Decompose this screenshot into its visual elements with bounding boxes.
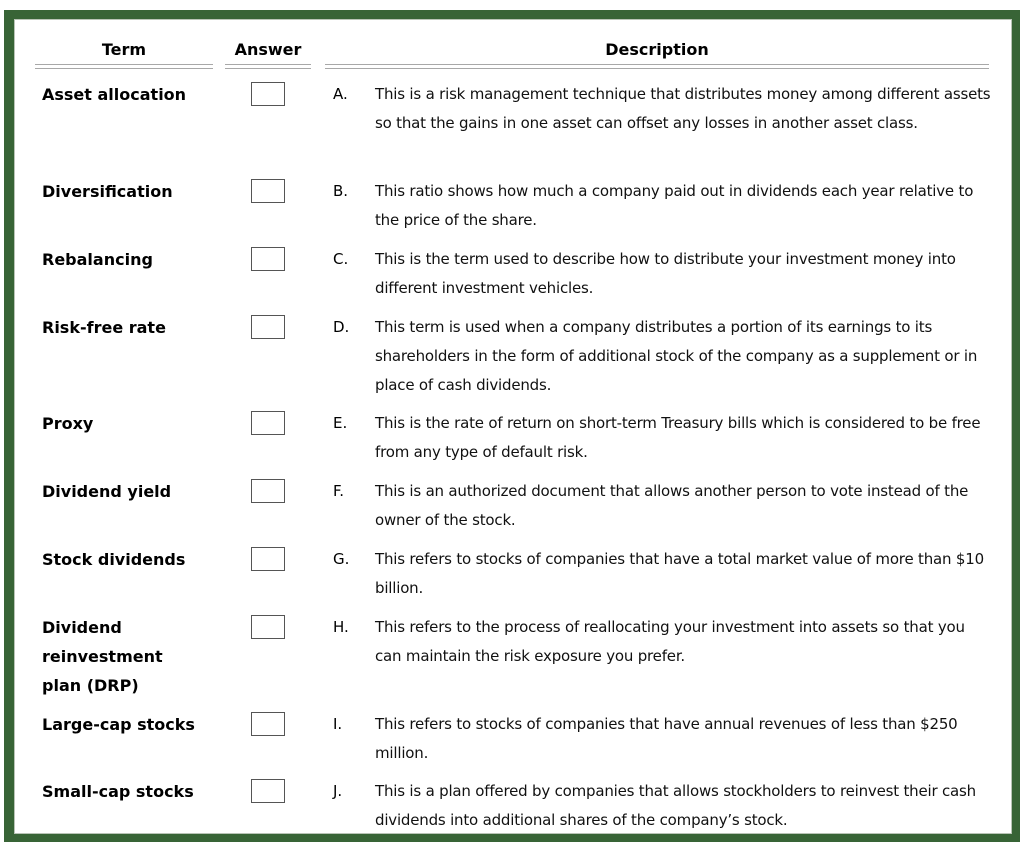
option-description: This is the term used to describe how to… xyxy=(375,250,956,297)
header-answer: Answer xyxy=(234,40,302,59)
answer-input[interactable] xyxy=(251,315,285,339)
option-description: This refers to stocks of companies that … xyxy=(375,715,958,762)
option-description: This refers to the process of reallocati… xyxy=(375,618,965,665)
header-description: Description xyxy=(605,40,709,59)
option-description: This is a plan offered by companies that… xyxy=(375,782,976,829)
option-description: This is a risk management technique that… xyxy=(375,85,991,132)
option-description: This is an authorized document that allo… xyxy=(375,482,969,529)
option-letter: J. xyxy=(333,782,343,800)
answer-input[interactable] xyxy=(251,712,285,736)
option-letter: B. xyxy=(333,182,349,200)
term-label: Diversification xyxy=(42,182,173,201)
answer-input[interactable] xyxy=(251,247,285,271)
answer-input[interactable] xyxy=(251,82,285,106)
answer-input[interactable] xyxy=(251,615,285,639)
answer-input[interactable] xyxy=(251,179,285,203)
header-rule-description xyxy=(325,64,989,69)
option-letter: C. xyxy=(333,250,349,268)
term-label: Risk-free rate xyxy=(42,318,166,337)
term-label: Proxy xyxy=(42,414,94,433)
term-label: Asset allocation xyxy=(42,85,187,104)
answer-input[interactable] xyxy=(251,779,285,803)
option-description: This term is used when a company distrib… xyxy=(375,318,978,394)
term-label: Dividend yield xyxy=(42,482,172,501)
answer-input[interactable] xyxy=(251,547,285,571)
answer-input[interactable] xyxy=(251,411,285,435)
header-term: Term xyxy=(101,40,147,59)
term-label: Dividend reinvestment plan (DRP) xyxy=(42,618,163,695)
term-label: Small-cap stocks xyxy=(42,782,194,801)
term-label: Stock dividends xyxy=(42,550,186,569)
answer-input[interactable] xyxy=(251,479,285,503)
matching-table: Term Answer Description Asset allocation… xyxy=(14,19,1012,834)
term-label: Rebalancing xyxy=(42,250,153,269)
option-letter: E. xyxy=(333,414,348,432)
header-rule-answer xyxy=(225,64,311,69)
option-letter: A. xyxy=(333,85,348,103)
term-label: Large-cap stocks xyxy=(42,715,195,734)
option-letter: G. xyxy=(333,550,350,568)
option-description: This is the rate of return on short-term… xyxy=(375,414,981,461)
option-letter: I. xyxy=(333,715,343,733)
option-letter: H. xyxy=(333,618,349,636)
matching-exercise-frame: Term Answer Description Asset allocation… xyxy=(4,10,1020,842)
option-description: This ratio shows how much a company paid… xyxy=(375,182,974,229)
option-description: This refers to stocks of companies that … xyxy=(375,550,984,597)
option-letter: D. xyxy=(333,318,350,336)
header-rule-term xyxy=(35,64,213,69)
option-letter: F. xyxy=(333,482,344,500)
